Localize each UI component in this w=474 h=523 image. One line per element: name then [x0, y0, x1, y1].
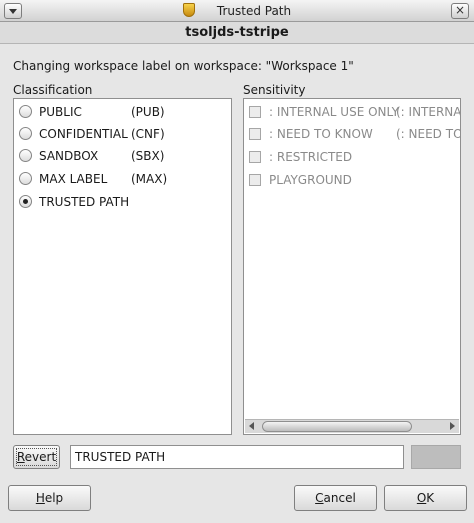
cancel-mnemonic: C: [315, 491, 324, 505]
classification-item-label: PUBLIC: [39, 105, 82, 119]
classification-item-public[interactable]: PUBLIC (PUB): [14, 103, 231, 121]
label-text-field[interactable]: TRUSTED PATH: [70, 445, 404, 469]
shield-icon: [182, 3, 195, 17]
ok-button[interactable]: OK: [384, 485, 467, 511]
revert-mnemonic: R: [16, 450, 25, 464]
label-color-swatch: [411, 445, 461, 469]
classification-item-sandbox[interactable]: SANDBOX (SBX): [14, 147, 231, 165]
sensitivity-item-label: : RESTRICTED: [269, 150, 353, 164]
window-close-button[interactable]: ×: [451, 3, 469, 19]
title-wrap: Trusted Path: [0, 3, 474, 18]
classification-item-abbr: (PUB): [131, 105, 165, 119]
close-icon: ×: [454, 3, 466, 17]
window-titlebar[interactable]: Trusted Path ×: [0, 0, 474, 22]
scroll-right-icon[interactable]: [450, 422, 455, 430]
ok-label: K: [426, 491, 435, 505]
sensitivity-item-restricted: : RESTRICTED: [244, 148, 460, 166]
radio-button-selected[interactable]: [19, 195, 32, 208]
cancel-label: ancel: [323, 491, 356, 505]
ok-mnemonic: O: [416, 491, 427, 505]
classification-item-label: SANDBOX: [39, 149, 99, 163]
classification-item-label: TRUSTED PATH: [39, 195, 130, 209]
sensitivity-item-need-to-know: : NEED TO KNOW (: NEED TO: [244, 125, 460, 143]
radio-dot-icon: [23, 199, 28, 204]
checkbox: [249, 151, 261, 163]
scroll-thumb[interactable]: [262, 421, 412, 432]
trusted-stripe: tsoljds-tstripe: [0, 22, 474, 44]
classification-item-max-label[interactable]: MAX LABEL (MAX): [14, 170, 231, 188]
sensitivity-item-label: PLAYGROUND: [269, 173, 352, 187]
scroll-left-icon[interactable]: [249, 422, 254, 430]
classification-item-label: MAX LABEL: [39, 172, 108, 186]
revert-button[interactable]: Revert: [13, 445, 60, 469]
sensitivity-item-abbr: (: NEED TO: [396, 127, 461, 141]
checkbox: [249, 174, 261, 186]
classification-item-abbr: (CNF): [131, 127, 165, 141]
horizontal-scrollbar[interactable]: [245, 419, 459, 433]
classification-item-trusted-path[interactable]: TRUSTED PATH: [14, 193, 231, 211]
classification-item-confidential[interactable]: CONFIDENTIAL (CNF): [14, 125, 231, 143]
classification-label: Classification: [13, 83, 93, 97]
sensitivity-item-internal-use-only: : INTERNAL USE ONLY (: INTERNAL: [244, 103, 460, 121]
radio-button[interactable]: [19, 149, 32, 162]
help-mnemonic: H: [35, 491, 45, 505]
sensitivity-item-playground: PLAYGROUND: [244, 171, 460, 189]
window-title: Trusted Path: [216, 4, 292, 18]
sensitivity-list[interactable]: : INTERNAL USE ONLY (: INTERNAL : NEED T…: [243, 98, 461, 435]
checkbox: [249, 106, 261, 118]
classification-item-label: CONFIDENTIAL: [39, 127, 128, 141]
sensitivity-item-abbr: (: INTERNAL: [396, 105, 461, 119]
help-button[interactable]: Help: [8, 485, 91, 511]
radio-button[interactable]: [19, 127, 32, 140]
classification-item-abbr: (MAX): [131, 172, 168, 186]
revert-label: evert: [24, 450, 57, 464]
radio-button[interactable]: [19, 172, 32, 185]
classification-list[interactable]: PUBLIC (PUB) CONFIDENTIAL (CNF) SANDBOX …: [13, 98, 232, 435]
workspace-message: Changing workspace label on workspace: "…: [13, 59, 354, 73]
classification-item-abbr: (SBX): [131, 149, 165, 163]
radio-button[interactable]: [19, 105, 32, 118]
sensitivity-item-label: : NEED TO KNOW: [269, 127, 373, 141]
help-label: elp: [44, 491, 64, 505]
cancel-button[interactable]: Cancel: [294, 485, 377, 511]
sensitivity-label: Sensitivity: [243, 83, 306, 97]
checkbox: [249, 128, 261, 140]
sensitivity-item-label: : INTERNAL USE ONLY: [269, 105, 399, 119]
